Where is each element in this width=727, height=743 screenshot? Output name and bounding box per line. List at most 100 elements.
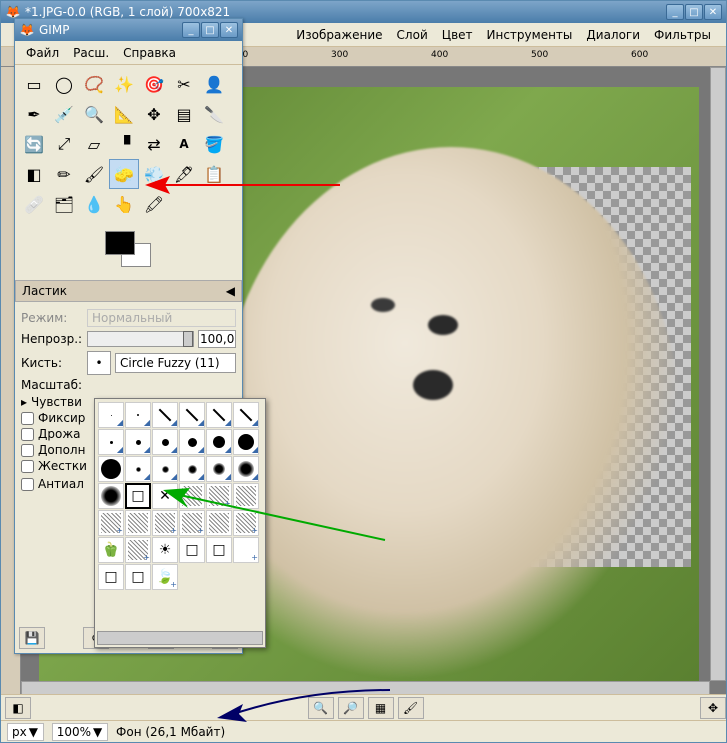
menu-color[interactable]: Цвет [435,25,480,45]
brush-item[interactable]: □ [125,564,151,590]
chk-jitter[interactable] [21,428,34,441]
brush-item[interactable]: □ [98,564,124,590]
brush-item[interactable]: ◢ [206,456,232,482]
brush-preview-button[interactable]: • [87,351,111,375]
paintbrush-tool[interactable]: 🖌 [79,159,109,189]
brush-item[interactable] [179,483,205,509]
brush-item[interactable]: ◢ [206,402,232,428]
ellipse-select-tool[interactable]: ◯ [49,69,79,99]
nav-cross-icon[interactable]: ✥ [700,697,726,719]
bucket-fill-tool[interactable]: 🪣 [199,129,229,159]
brush-item[interactable]: ◢ [152,429,178,455]
zoom-tool[interactable]: 🔍 [79,99,109,129]
brush-item[interactable] [98,456,124,482]
brush-item[interactable]: ◢ [98,429,124,455]
brush-popup-scrollbar[interactable] [97,631,263,645]
zoom-fit-button[interactable]: ▦ [368,697,394,719]
menu-help[interactable]: Справка [116,43,183,63]
fuzzy-select-tool[interactable]: ✨ [109,69,139,99]
heal-tool[interactable]: 🩹 [19,189,49,219]
brush-item[interactable]: + [233,510,259,536]
unit-select[interactable]: px▼ [7,723,44,741]
zoom-select[interactable]: 100%▼ [52,723,108,741]
brush-item[interactable]: ◢ [233,402,259,428]
brush-item[interactable]: 🍃+ [152,564,178,590]
brush-item[interactable]: ◢ [152,456,178,482]
pencil-tool[interactable]: ✏ [49,159,79,189]
text-tool[interactable]: A [169,129,199,159]
chk-pressure[interactable]: Чувстви [31,395,82,409]
brush-item[interactable]: ✕ [152,483,178,509]
brush-item[interactable]: + [179,510,205,536]
paths-tool[interactable]: ✒ [19,99,49,129]
free-select-tool[interactable]: 📿 [79,69,109,99]
smudge-tool[interactable]: 👆 [109,189,139,219]
airbrush-tool[interactable]: 💨 [139,159,169,189]
flip-tool[interactable]: ⇄ [139,129,169,159]
rect-select-tool[interactable]: ▭ [19,69,49,99]
menu-xtns[interactable]: Расш. [66,43,116,63]
perspective-clone-tool[interactable]: 🗂 [49,189,79,219]
brush-item[interactable]: ☀ [152,537,178,563]
quickmask-toggle[interactable]: ◧ [5,697,31,719]
mode-select[interactable]: Нормальный [87,309,236,327]
tool-options-header[interactable]: Ластик ◀ [15,280,242,302]
brush-item-selected[interactable]: □ [125,483,151,509]
menu-file[interactable]: Файл [19,43,66,63]
brush-item[interactable]: □ [206,537,232,563]
dodge-burn-tool[interactable]: 🖍 [139,189,169,219]
brush-item[interactable]: ◢ [125,429,151,455]
blend-tool[interactable]: ◧ [19,159,49,189]
brush-item[interactable]: ◢ [206,429,232,455]
crop-tool[interactable]: 🔪 [199,99,229,129]
brush-item[interactable]: ◢ [233,429,259,455]
zoom-out-button[interactable]: 🔍 [308,697,334,719]
expander-icon[interactable]: ▸ [21,395,27,409]
close-button[interactable]: ✕ [704,4,722,20]
chk-fixed[interactable] [21,412,34,425]
brush-item[interactable]: □ [179,537,205,563]
color-swatches[interactable] [99,229,159,274]
toolbox-maximize-button[interactable]: □ [201,22,219,38]
brush-item[interactable]: + [152,510,178,536]
color-picker-tool[interactable]: 💉 [49,99,79,129]
measure-tool[interactable]: 📐 [109,99,139,129]
tool-options-menu-icon[interactable]: ◀ [226,284,235,298]
toolbox-titlebar[interactable]: 🦊 GIMP _ □ ✕ [15,19,242,41]
brush-item[interactable]: + [98,510,124,536]
chk-antialias[interactable] [21,478,34,491]
brush-item[interactable]: ◢ [125,456,151,482]
brush-item[interactable]: ◢ [179,402,205,428]
menu-layer[interactable]: Слой [390,25,435,45]
menu-filters[interactable]: Фильтры [647,25,718,45]
toolbox-minimize-button[interactable]: _ [182,22,200,38]
maximize-button[interactable]: □ [685,4,703,20]
align-tool[interactable]: ▤ [169,99,199,129]
move-tool[interactable]: ✥ [139,99,169,129]
brush-item[interactable]: ◢ [125,402,151,428]
brush-item[interactable]: ◢ [179,429,205,455]
shear-tool[interactable]: ▱ [79,129,109,159]
color-select-tool[interactable]: 🎯 [139,69,169,99]
scissors-tool[interactable]: ✂ [169,69,199,99]
brush-item[interactable]: 🫑 [98,537,124,563]
perspective-tool[interactable]: ▝ [109,129,139,159]
eraser-tool[interactable]: 🧽 [109,159,139,189]
brush-item[interactable] [98,483,124,509]
scale-tool[interactable]: ⤢ [49,129,79,159]
chk-incremental[interactable] [21,444,34,457]
brush-name[interactable]: Circle Fuzzy (11) [115,353,236,373]
opacity-slider[interactable] [87,331,194,347]
toolbox-close-button[interactable]: ✕ [220,22,238,38]
brush-item[interactable]: ◢ [179,456,205,482]
clone-tool[interactable]: 📋 [199,159,229,189]
brush-item[interactable]: ◢ [233,456,259,482]
menu-image[interactable]: Изображение [289,25,389,45]
brush-item[interactable]: ◢ [98,402,124,428]
rotate-tool[interactable]: 🔄 [19,129,49,159]
opacity-input[interactable] [198,330,236,348]
menu-dialogs[interactable]: Диалоги [579,25,647,45]
brush-item[interactable]: + [125,537,151,563]
chk-hard[interactable] [21,460,34,473]
zoom-in-button[interactable]: 🔎 [338,697,364,719]
